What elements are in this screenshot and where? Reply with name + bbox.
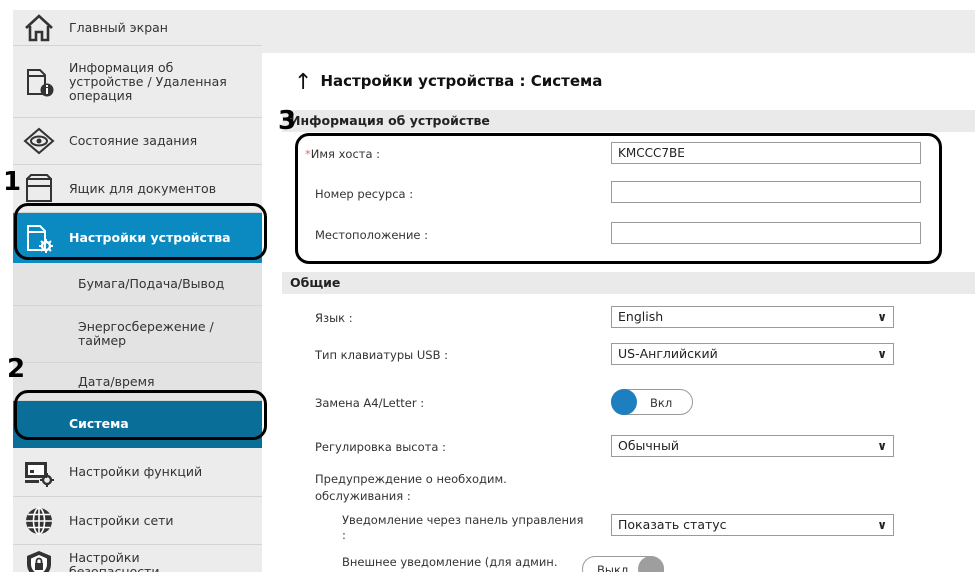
language-label: Язык : — [315, 311, 353, 325]
home-icon — [23, 12, 55, 44]
up-arrow-icon[interactable]: ↑ — [294, 70, 312, 95]
usb-keyboard-label: Тип клавиатуры USB : — [315, 348, 448, 362]
toggle-knob — [638, 556, 664, 572]
sidebar-item-device-info[interactable]: Информация об устройстве / Удаленная опе… — [13, 46, 262, 118]
chevron-down-icon: ∨ — [877, 347, 887, 361]
job-status-icon — [23, 125, 55, 157]
device-info-icon — [23, 66, 55, 98]
usb-keyboard-select-value: US-Английский — [618, 346, 718, 361]
altitude-select[interactable]: Обычный ∨ — [611, 435, 894, 457]
app-root: Главный экран Информация об устройстве /… — [0, 0, 975, 572]
sidebar: Главный экран Информация об устройстве /… — [13, 10, 262, 572]
highlight-device-settings — [14, 203, 267, 260]
section-device-info: Информация об устройстве — [282, 110, 975, 132]
top-bar — [262, 10, 975, 53]
a4-letter-label: Замена A4/Letter : — [315, 396, 425, 410]
panel-notify-select-value: Показать статус — [618, 517, 727, 532]
network-icon — [23, 505, 55, 537]
panel-notify-select[interactable]: Показать статус ∨ — [611, 514, 894, 536]
function-settings-icon — [23, 456, 55, 488]
sidebar-item-function-settings[interactable]: Настройки функций — [13, 448, 262, 497]
sidebar-item-energy-saver-timer[interactable]: Энергосбережение / таймер — [13, 306, 262, 363]
usb-keyboard-select[interactable]: US-Английский ∨ — [611, 343, 894, 365]
chevron-down-icon: ∨ — [877, 439, 887, 453]
maintenance-label: Предупреждение о необходим. обслуживания… — [315, 472, 507, 503]
callout-number-1: 1 — [3, 167, 22, 197]
sidebar-item-network-settings[interactable]: Настройки сети — [13, 497, 262, 545]
page-title: ↑ Настройки устройства : Система — [294, 70, 602, 95]
external-notify-toggle[interactable]: Выкл — [582, 556, 664, 572]
section-general: Общие — [282, 272, 975, 294]
security-icon — [23, 549, 55, 572]
panel-notify-label: Уведомление через панель управления : — [342, 513, 584, 542]
chevron-down-icon: ∨ — [877, 518, 887, 532]
toggle-knob — [611, 389, 637, 415]
chevron-down-icon: ∨ — [877, 310, 887, 324]
language-select[interactable]: English ∨ — [611, 306, 894, 328]
language-select-value: English — [618, 309, 664, 324]
document-box-icon — [23, 173, 55, 205]
altitude-label: Регулировка высота : — [315, 440, 446, 454]
sidebar-item-job-status[interactable]: Состояние задания — [13, 118, 262, 165]
altitude-select-value: Обычный — [618, 438, 679, 453]
toggle-state: Выкл — [597, 563, 629, 572]
a4-letter-toggle[interactable]: Вкл — [611, 389, 693, 415]
sidebar-item-paper-feed-output[interactable]: Бумага/Подача/Вывод — [13, 263, 262, 306]
toggle-state: Вкл — [650, 396, 673, 410]
callout-number-2: 2 — [7, 354, 26, 384]
page-title-text: Настройки устройства : Система — [320, 72, 603, 90]
sidebar-item-security-settings[interactable]: Настройки безопасности — [13, 545, 262, 572]
highlight-system — [14, 390, 267, 440]
external-notify-label: Внешнее уведомление (для админ. — [342, 555, 558, 569]
main-panel: ↑ Настройки устройства : Система Информац… — [282, 53, 975, 572]
callout-number-3: 3 — [278, 106, 297, 136]
sidebar-item-home[interactable]: Главный экран — [13, 10, 262, 46]
highlight-device-info — [295, 133, 942, 264]
